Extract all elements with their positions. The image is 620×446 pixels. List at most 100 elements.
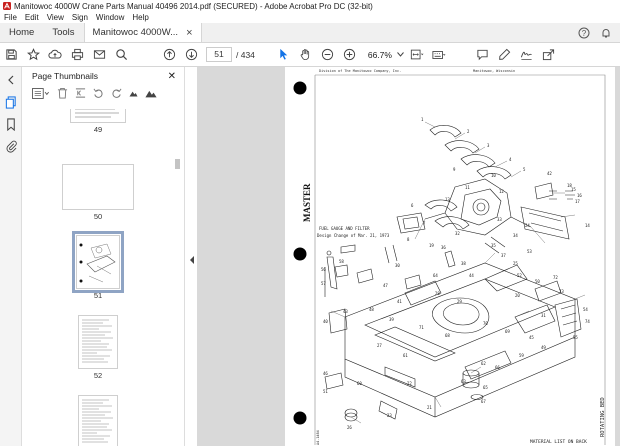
keyboard-button[interactable] xyxy=(428,45,450,65)
svg-text:12: 12 xyxy=(499,189,504,194)
svg-text:73: 73 xyxy=(559,289,564,294)
email-button[interactable] xyxy=(88,45,110,65)
page-thumbnails-button[interactable] xyxy=(0,91,22,113)
chevron-left-icon xyxy=(8,75,14,85)
highlight-button[interactable] xyxy=(494,45,516,65)
callout-numbers: 1234 5151617 184224 14 83664 44 56575847 4… xyxy=(321,117,590,430)
select-tool-button[interactable] xyxy=(273,45,295,65)
thumbnail-page-49[interactable]: 49 xyxy=(23,109,173,134)
svg-text:11: 11 xyxy=(465,185,470,190)
svg-text:9: 9 xyxy=(453,167,456,172)
thumbnail-page-50[interactable]: 50 xyxy=(23,164,173,221)
find-button[interactable] xyxy=(110,45,132,65)
large-mountain-icon[interactable] xyxy=(145,89,157,98)
thumbnail-image xyxy=(70,109,126,123)
minus-circle-icon xyxy=(322,48,334,61)
upload-cloud-button[interactable] xyxy=(44,45,66,65)
help-icon[interactable]: ? xyxy=(578,27,590,39)
previous-page-button[interactable] xyxy=(158,45,180,65)
panel-title: Page Thumbnails xyxy=(32,71,98,81)
svg-text:20: 20 xyxy=(515,293,520,298)
menu-help[interactable]: Help xyxy=(128,13,152,22)
svg-text:50: 50 xyxy=(535,279,540,284)
thumbnail-image xyxy=(78,315,118,369)
arrow-down-circle-icon xyxy=(185,48,197,61)
svg-text:34: 34 xyxy=(513,233,518,238)
menu-edit[interactable]: Edit xyxy=(21,13,43,22)
menu-sign[interactable]: Sign xyxy=(68,13,92,22)
fit-page-button[interactable] xyxy=(406,45,428,65)
rail-expand-button[interactable] xyxy=(0,69,22,91)
thumbnail-page-53[interactable] xyxy=(23,395,173,446)
options-menu-icon[interactable] xyxy=(32,87,50,99)
tab-tools[interactable]: Tools xyxy=(43,23,83,42)
svg-text:62: 62 xyxy=(481,361,486,366)
page-number-input[interactable]: 51 xyxy=(206,47,232,62)
svg-text:43: 43 xyxy=(343,309,348,314)
save-button[interactable] xyxy=(0,45,22,65)
tab-document[interactable]: Manitowoc 4000W... × xyxy=(83,23,202,42)
svg-text:30: 30 xyxy=(395,263,400,268)
tab-bar: Home Tools Manitowoc 4000W... × ? xyxy=(0,23,620,43)
close-icon[interactable]: ✕ xyxy=(168,71,176,82)
svg-text:23: 23 xyxy=(387,413,392,418)
acrobat-app-icon xyxy=(3,2,11,10)
trash-icon[interactable] xyxy=(57,87,68,99)
small-mountain-icon[interactable] xyxy=(129,89,138,97)
document-view[interactable]: Division of The Manitowoc Company, Inc. … xyxy=(197,67,620,446)
svg-text:22: 22 xyxy=(407,381,412,386)
thumbnail-page-51[interactable]: 51 xyxy=(23,231,173,300)
svg-text:44: 44 xyxy=(469,273,474,278)
bookmark-star-button[interactable] xyxy=(22,45,44,65)
svg-text:67: 67 xyxy=(481,399,486,404)
svg-text:8: 8 xyxy=(407,237,410,242)
hand-tool-button[interactable] xyxy=(295,45,317,65)
menu-file[interactable]: File xyxy=(0,13,21,22)
svg-text:53: 53 xyxy=(527,249,532,254)
thumbnail-tools xyxy=(23,85,184,101)
chevron-left-icon xyxy=(190,256,194,264)
svg-text:56: 56 xyxy=(321,267,326,272)
svg-text:31: 31 xyxy=(541,313,546,318)
svg-text:46: 46 xyxy=(323,371,328,376)
print-button[interactable] xyxy=(66,45,88,65)
zoom-in-button[interactable] xyxy=(339,45,361,65)
thumbnail-scrollbar[interactable] xyxy=(175,159,180,169)
insert-pages-icon[interactable] xyxy=(75,87,86,99)
zoom-dropdown[interactable]: 66.7% xyxy=(363,50,404,60)
svg-text:38: 38 xyxy=(461,261,466,266)
tab-close-icon[interactable]: × xyxy=(186,27,192,39)
collapse-panel-handle[interactable] xyxy=(188,255,196,265)
svg-text:65: 65 xyxy=(483,385,488,390)
rotate-left-icon[interactable] xyxy=(93,88,104,99)
note-line-1: FUEL GAUGE AND FILTER xyxy=(319,226,370,231)
sign-button[interactable] xyxy=(516,45,538,65)
svg-text:57: 57 xyxy=(321,281,326,286)
menu-window[interactable]: Window xyxy=(92,13,128,22)
svg-text:3: 3 xyxy=(487,143,490,148)
thumbnail-image xyxy=(72,231,124,293)
svg-text:54: 54 xyxy=(583,307,588,312)
attachments-button[interactable] xyxy=(0,135,22,157)
fit-width-icon xyxy=(410,49,424,60)
svg-text:4: 4 xyxy=(509,157,512,162)
thumbnail-page-52[interactable]: 52 xyxy=(23,315,173,380)
svg-text:17: 17 xyxy=(575,199,580,204)
menu-view[interactable]: View xyxy=(43,13,68,22)
comment-button[interactable] xyxy=(472,45,494,65)
share-button[interactable] xyxy=(538,45,560,65)
svg-text:37: 37 xyxy=(501,253,506,258)
notifications-bell-icon[interactable] xyxy=(600,27,612,39)
tab-home[interactable]: Home xyxy=(0,23,43,42)
bookmark-icon xyxy=(7,117,15,131)
bookmarks-button[interactable] xyxy=(0,113,22,135)
svg-text:33: 33 xyxy=(497,217,502,222)
rotate-right-icon[interactable] xyxy=(111,88,122,99)
svg-text:41: 41 xyxy=(397,299,402,304)
next-page-button[interactable] xyxy=(180,45,202,65)
zoom-out-button[interactable] xyxy=(317,45,339,65)
svg-text:71: 71 xyxy=(419,325,424,330)
printer-icon xyxy=(71,48,83,61)
signature-icon xyxy=(521,51,533,60)
svg-text:52: 52 xyxy=(517,273,522,278)
